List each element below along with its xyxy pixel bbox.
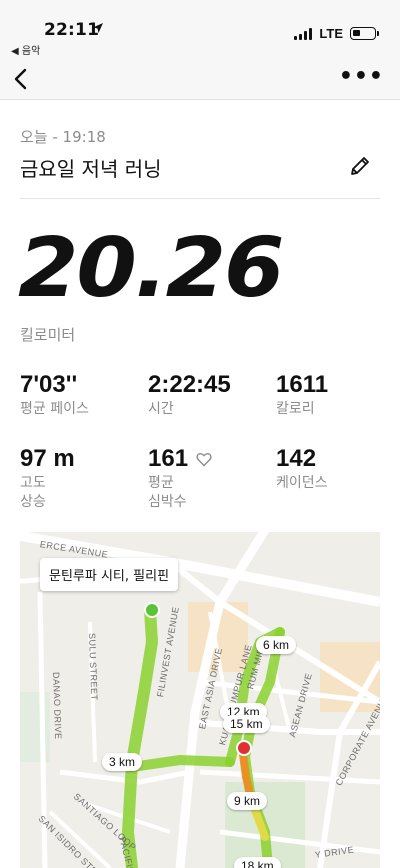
network-type: LTE xyxy=(319,26,343,41)
status-indicators: LTE xyxy=(294,26,379,41)
stat-average-heart-rate: 161 평균 심박수 xyxy=(148,445,268,512)
stat-label: 평균 페이스 xyxy=(20,401,89,418)
km-marker: 9 km xyxy=(227,792,268,810)
stat-average-pace: 7'03'' 평균 페이스 xyxy=(20,371,140,419)
km-marker: 15 km xyxy=(223,715,270,733)
stat-value: 97 m xyxy=(20,445,75,472)
stat-calories: 1611 칼로리 xyxy=(276,371,396,419)
route-map[interactable]: ERCE AVENUE FILINVEST AVENUE EAST ASIA D… xyxy=(20,532,380,868)
more-options-button[interactable]: ••• xyxy=(339,66,384,88)
distance-value: 20.26 xyxy=(18,221,284,316)
edit-pencil-icon[interactable] xyxy=(348,154,372,178)
map-location-callout[interactable]: 문틴루파 시티, 필리핀 xyxy=(40,558,179,591)
stat-value: 142 xyxy=(276,445,317,472)
stat-duration: 2:22:45 시간 xyxy=(148,371,268,419)
stat-label: 케이던스 xyxy=(276,475,328,492)
stat-label: 칼로리 xyxy=(276,401,315,418)
activity-date: 오늘 - 19:18 xyxy=(20,128,106,146)
stat-elevation-gain: 97 m 고도 상승 xyxy=(20,445,140,512)
stat-label: 시간 xyxy=(148,401,174,418)
status-time: 22:11 xyxy=(44,20,100,40)
heart-icon xyxy=(196,452,212,467)
stat-value-row: 161 xyxy=(148,445,268,472)
header-divider xyxy=(20,198,380,199)
location-arrow-icon xyxy=(93,23,103,33)
map-park xyxy=(20,692,50,762)
route-start-marker[interactable] xyxy=(144,602,160,618)
stat-value: 1611 xyxy=(276,371,329,398)
km-marker: 6 km xyxy=(256,636,297,654)
stat-cadence: 142 케이던스 xyxy=(276,445,396,493)
status-bar: 22:11 ◀ 음악 LTE xyxy=(0,0,400,58)
stat-value: 161 xyxy=(148,445,189,472)
route-end-marker[interactable] xyxy=(236,740,252,756)
km-marker: 3 km xyxy=(102,753,143,771)
activity-title: 금요일 저녁 러닝 xyxy=(20,157,162,181)
km-marker: 18 km xyxy=(234,857,281,868)
back-chevron-icon[interactable] xyxy=(8,66,34,92)
stat-label: 고도 상승 xyxy=(20,475,46,511)
stat-value: 7'03'' xyxy=(20,371,78,398)
nav-bar: ••• xyxy=(0,58,400,100)
stat-value: 2:22:45 xyxy=(148,371,231,398)
cellular-signal-icon xyxy=(294,27,313,40)
battery-icon xyxy=(350,27,379,40)
stat-label: 평균 심박수 xyxy=(148,475,187,511)
distance-unit: 킬로미터 xyxy=(20,326,76,344)
back-to-music-link[interactable]: ◀ 음악 xyxy=(11,42,40,57)
